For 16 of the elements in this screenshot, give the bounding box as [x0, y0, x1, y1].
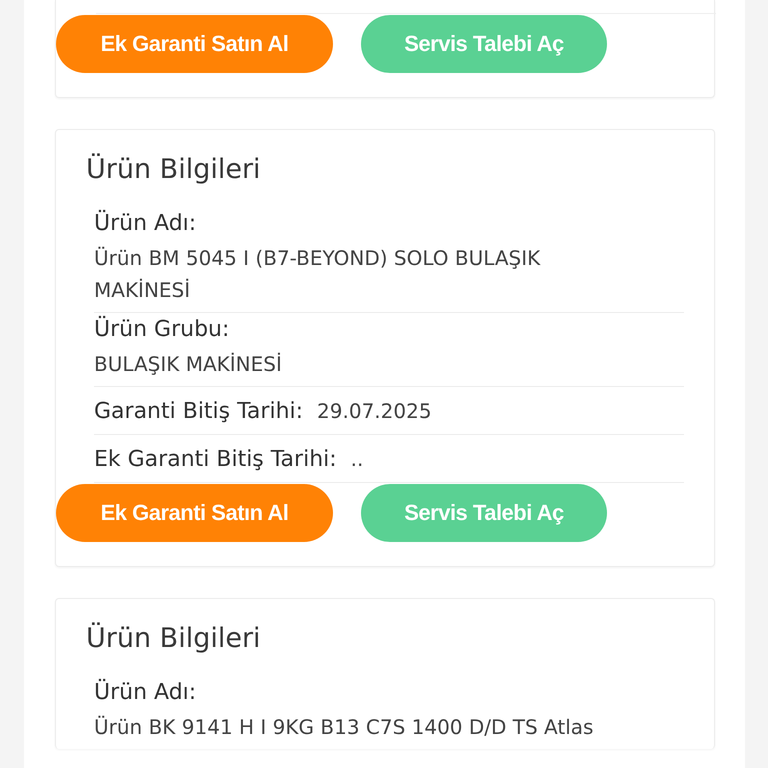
buy-warranty-button[interactable]: Ek Garanti Satın Al [56, 15, 333, 73]
service-request-button[interactable]: Servis Talebi Aç [361, 15, 607, 73]
card-title: Ürün Bilgileri [86, 154, 262, 185]
buy-warranty-button[interactable]: Ek Garanti Satın Al [56, 484, 333, 542]
field-value: Ürün BK 9141 H I 9KG B13 C7S 1400 D/D TS Atlas [94, 714, 594, 741]
card-title: Ürün Bilgileri [86, 623, 262, 654]
field-label: Ürün Grubu: [94, 317, 230, 342]
field-value: BULAŞIK MAKİNESİ [94, 351, 283, 378]
field-value: Ürün BM 5045 I (B7-BEYOND) SOLO BULAŞIK MAKİNESİ [94, 245, 542, 304]
field-value: .. [350, 446, 364, 473]
field-label: Ek Garanti Bitiş Tarihi: [94, 447, 337, 472]
service-request-button[interactable]: Servis Talebi Aç [361, 484, 607, 542]
field-label: Garanti Bitiş Tarihi: [94, 399, 304, 424]
field-label: Ürün Adı: [94, 680, 198, 705]
field-value: 29.07.2025 [317, 398, 432, 425]
field-label: Ürün Adı: [94, 211, 198, 236]
